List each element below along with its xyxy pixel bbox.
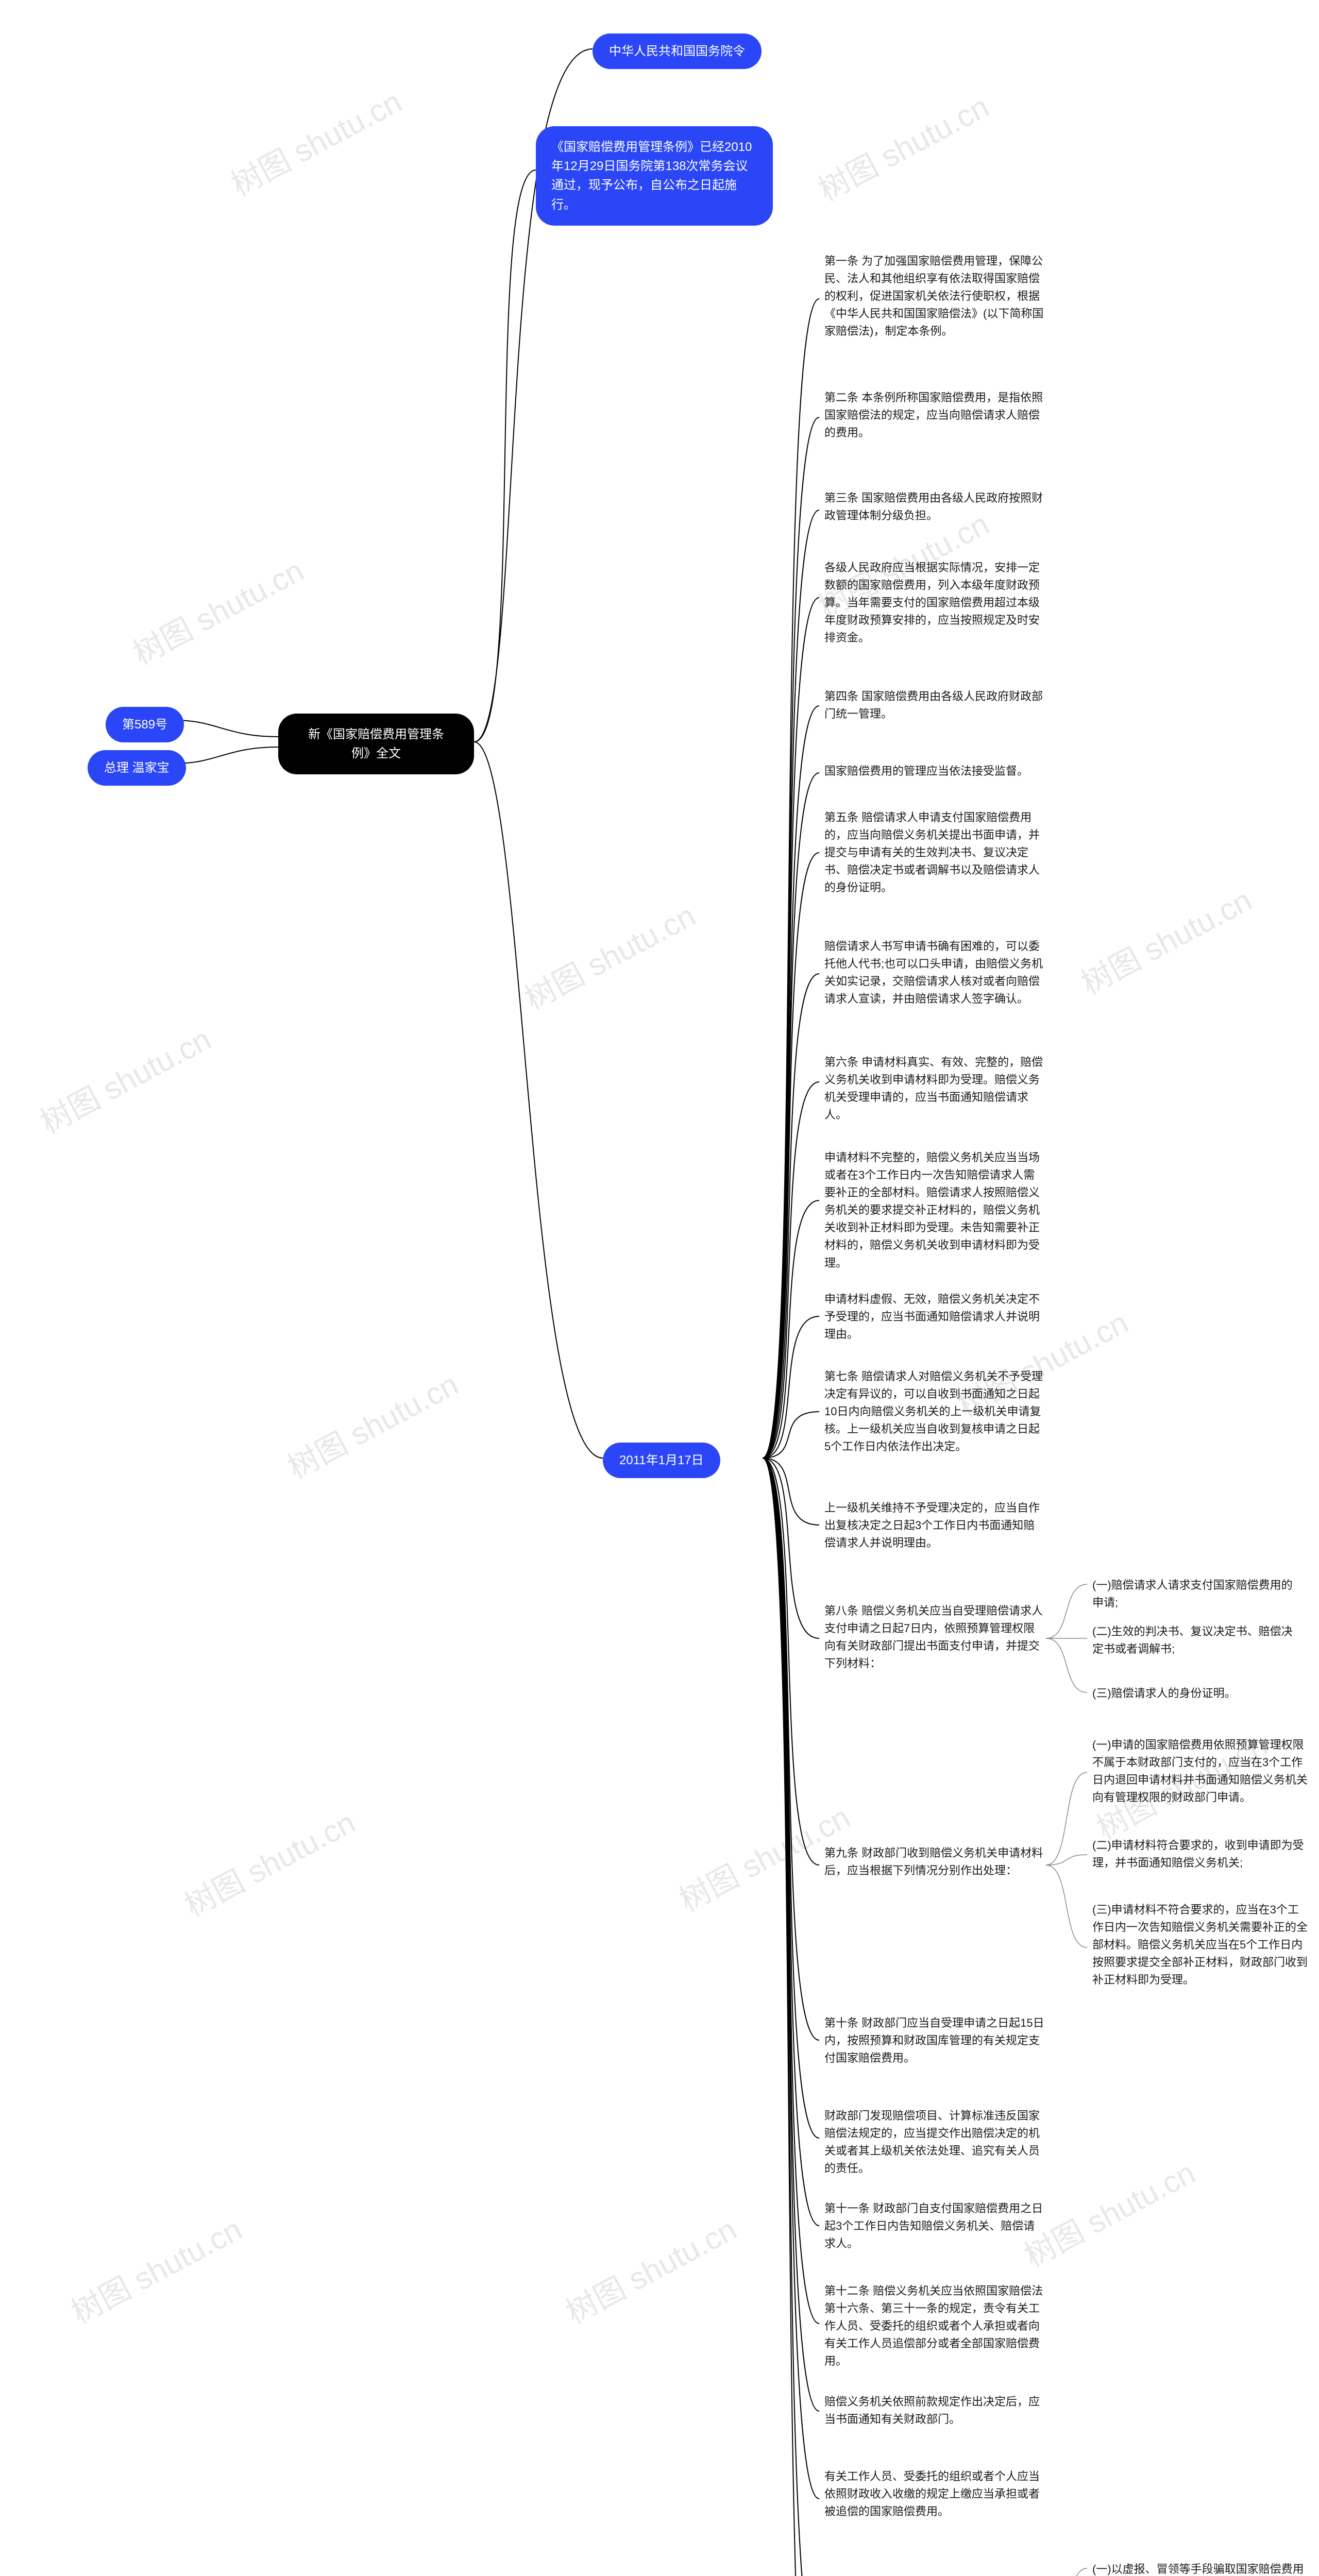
article-4: 第四条 国家赔偿费用由各级人民政府财政部门统一管理。 xyxy=(824,688,1046,723)
article-9: 第九条 财政部门收到赔偿义务机关申请材料后，应当根据下列情况分别作出处理： xyxy=(824,1844,1046,1879)
watermark: 树图 shutu.cn xyxy=(279,1360,465,1487)
article-9-sub1: (一)申请的国家赔偿费用依照预算管理权限不属于本财政部门支付的，应当在3个工作日… xyxy=(1092,1736,1309,1806)
article-12b: 赔偿义务机关依照前款规定作出决定后，应当书面通知有关财政部门。 xyxy=(824,2393,1046,2428)
article-5b: 赔偿请求人书写申请书确有困难的，可以委托他人代书;也可以口头申请，由赔偿义务机关… xyxy=(824,938,1046,1008)
article-8-sub2: (二)生效的判决书、复议决定书、赔偿决定书或者调解书; xyxy=(1092,1623,1298,1658)
article-12c: 有关工作人员、受委托的组织或者个人应当依照财政收入收缴的规定上缴应当承担或者被追… xyxy=(824,2468,1046,2520)
article-6b: 申请材料不完整的，赔偿义务机关应当当场或者在3个工作日内一次告知赔偿请求人需要补… xyxy=(824,1149,1046,1272)
article-6: 第六条 申请材料真实、有效、完整的，赔偿义务机关收到申请材料即为受理。赔偿义务机… xyxy=(824,1054,1046,1124)
root-title-l1: 新《国家赔偿费用管理条 xyxy=(294,725,459,744)
article-9-sub3: (三)申请材料不符合要求的，应当在3个工作日内一次告知赔偿义务机关需要补正的全部… xyxy=(1092,1901,1309,1989)
article-12: 第十二条 赔偿义务机关应当依照国家赔偿法第十六条、第三十一条的规定，责令有关工作… xyxy=(824,2282,1046,2370)
watermark: 树图 shutu.cn xyxy=(222,77,409,205)
root-node[interactable]: 新《国家赔偿费用管理条 例》全文 xyxy=(278,714,474,774)
article-10: 第十条 财政部门应当自受理申请之日起15日内，按照预算和财政国库管理的有关规定支… xyxy=(824,2014,1046,2067)
article-3b: 各级人民政府应当根据实际情况，安排一定数额的国家赔偿费用，列入本级年度财政预算。… xyxy=(824,559,1046,647)
root-title-l2: 例》全文 xyxy=(294,744,459,763)
article-6c: 申请材料虚假、无效，赔偿义务机关决定不予受理的，应当书面通知赔偿请求人并说明理由… xyxy=(824,1291,1046,1343)
watermark: 树图 shutu.cn xyxy=(809,82,996,210)
article-8-sub1: (一)赔偿请求人请求支付国家赔偿费用的申请; xyxy=(1092,1577,1298,1612)
order-number-node[interactable]: 第589号 xyxy=(106,707,184,742)
article-5: 第五条 赔偿请求人申请支付国家赔偿费用的，应当向赔偿义务机关提出书面申请，并提交… xyxy=(824,809,1046,896)
decree-node[interactable]: 中华人民共和国国务院令 xyxy=(593,33,762,69)
promulgation-node[interactable]: 《国家赔偿费用管理条例》已经2010年12月29日国务院第138次常务会议通过，… xyxy=(536,126,773,226)
article-10b: 财政部门发现赔偿项目、计算标准违反国家赔偿法规定的，应当提交作出赔偿决定的机关或… xyxy=(824,2107,1046,2177)
premier-node[interactable]: 总理 温家宝 xyxy=(88,750,186,786)
watermark: 树图 shutu.cn xyxy=(516,891,702,1019)
watermark: 树图 shutu.cn xyxy=(62,2205,249,2332)
watermark: 树图 shutu.cn xyxy=(176,1798,362,1925)
article-8: 第八条 赔偿义务机关应当自受理赔偿请求人支付申请之日起7日内，依照预算管理权限向… xyxy=(824,1602,1046,1672)
article-13-sub1: (一)以虚报、冒领等手段骗取国家赔偿费用的; xyxy=(1092,2561,1309,2576)
watermark: 树图 shutu.cn xyxy=(557,2205,743,2332)
article-1: 第一条 为了加强国家赔偿费用管理，保障公民、法人和其他组织享有依法取得国家赔偿的… xyxy=(824,252,1046,340)
article-11: 第十一条 财政部门自支付国家赔偿费用之日起3个工作日内告知赔偿义务机关、赔偿请求… xyxy=(824,2200,1046,2252)
watermark: 树图 shutu.cn xyxy=(912,2566,1099,2576)
connector-layer xyxy=(0,0,1319,2576)
watermark: 树图 shutu.cn xyxy=(124,546,311,673)
article-7b: 上一级机关维持不予受理决定的，应当自作出复核决定之日起3个工作日内书面通知赔偿请… xyxy=(824,1499,1046,1552)
article-2: 第二条 本条例所称国家赔偿费用，是指依照国家赔偿法的规定，应当向赔偿请求人赔偿的… xyxy=(824,389,1046,442)
date-node[interactable]: 2011年1月17日 xyxy=(603,1443,720,1478)
article-4b: 国家赔偿费用的管理应当依法接受监督。 xyxy=(824,762,1046,780)
article-7: 第七条 赔偿请求人对赔偿义务机关不予受理决定有异议的，可以自收到书面通知之日起1… xyxy=(824,1368,1046,1455)
article-9-sub2: (二)申请材料符合要求的，收到申请即为受理，并书面通知赔偿义务机关; xyxy=(1092,1837,1309,1872)
watermark: 树图 shutu.cn xyxy=(31,1015,218,1142)
article-3: 第三条 国家赔偿费用由各级人民政府按照财政管理体制分级负担。 xyxy=(824,489,1046,524)
watermark: 树图 shutu.cn xyxy=(1072,876,1259,1003)
article-8-sub3: (三)赔偿请求人的身份证明。 xyxy=(1092,1685,1298,1702)
